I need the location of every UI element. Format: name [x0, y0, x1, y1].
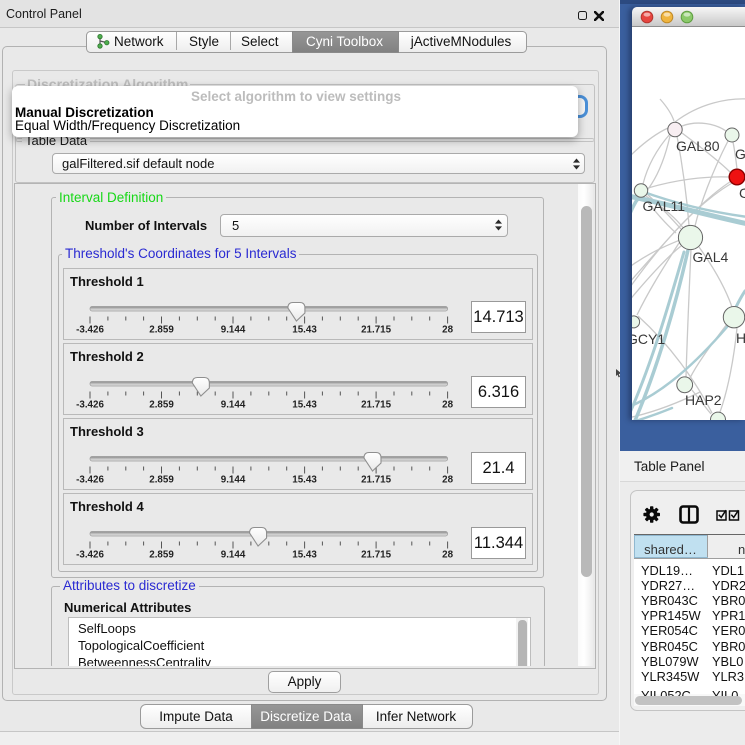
- svg-text:-3.426: -3.426: [76, 324, 104, 335]
- svg-text:28: 28: [442, 324, 453, 335]
- svg-text:21.715: 21.715: [361, 324, 392, 335]
- svg-text:21.715: 21.715: [361, 399, 392, 410]
- svg-text:HS: HS: [736, 330, 745, 346]
- svg-text:-3.426: -3.426: [76, 550, 104, 561]
- svg-text:9.144: 9.144: [221, 475, 246, 486]
- svg-text:9.144: 9.144: [221, 399, 246, 410]
- svg-text:28: 28: [442, 475, 453, 486]
- svg-text:GCY1: GCY1: [632, 331, 665, 347]
- svg-text:28: 28: [442, 399, 453, 410]
- svg-text:15.43: 15.43: [292, 399, 317, 410]
- svg-text:2.859: 2.859: [149, 475, 174, 486]
- svg-text:GAL80: GAL80: [676, 138, 720, 154]
- svg-text:2.859: 2.859: [149, 399, 174, 410]
- svg-text:CY: CY: [739, 185, 745, 201]
- svg-text:15.43: 15.43: [292, 475, 317, 486]
- svg-text:GA: GA: [735, 146, 745, 162]
- svg-text:2.859: 2.859: [149, 324, 174, 335]
- svg-text:-3.426: -3.426: [76, 399, 104, 410]
- svg-text:15.43: 15.43: [292, 550, 317, 561]
- svg-text:21.715: 21.715: [361, 475, 392, 486]
- svg-text:28: 28: [442, 550, 453, 561]
- svg-text:15.43: 15.43: [292, 324, 317, 335]
- svg-text:2.859: 2.859: [149, 550, 174, 561]
- svg-text:-3.426: -3.426: [76, 475, 104, 486]
- svg-text:GAL11: GAL11: [643, 198, 686, 214]
- svg-text:9.144: 9.144: [221, 550, 246, 561]
- svg-text:GAL4: GAL4: [693, 249, 729, 265]
- svg-text:9.144: 9.144: [221, 324, 246, 335]
- svg-text:HAP2: HAP2: [685, 392, 722, 408]
- svg-text:21.715: 21.715: [361, 550, 392, 561]
